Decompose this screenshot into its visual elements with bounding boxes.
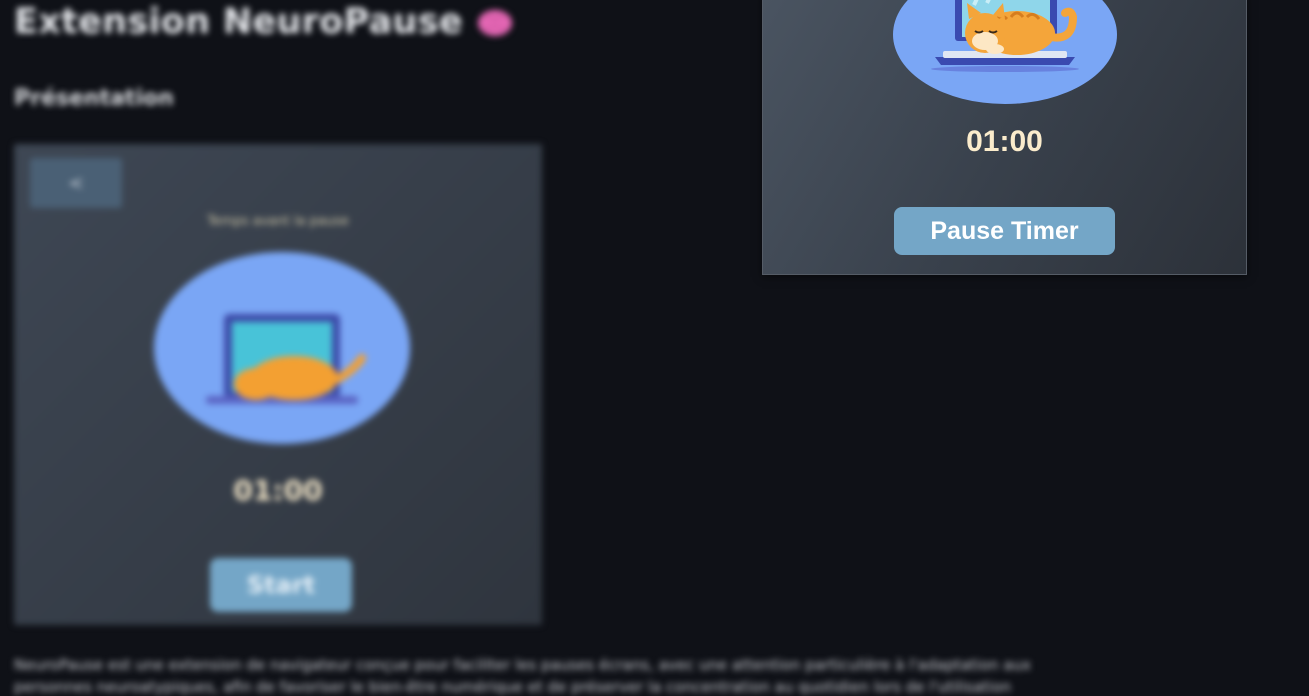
extension-popup: z z z 01:00 Pause Timer bbox=[762, 0, 1247, 275]
section-heading: Présentation bbox=[14, 86, 174, 111]
description-line-1: NeuroPause est une extension de navigate… bbox=[14, 656, 1032, 674]
demo-start-button[interactable]: Start bbox=[210, 558, 352, 612]
demo-caption: Temps avant la pause bbox=[207, 214, 349, 229]
popup-cat-illustration: z z z bbox=[893, 0, 1117, 104]
brain-icon bbox=[477, 7, 513, 37]
page-title-text: Extension NeuroPause bbox=[14, 2, 463, 42]
popup-timer: 01:00 bbox=[966, 125, 1043, 158]
description-line-2: personnes neuroatypiques, afin de favori… bbox=[14, 678, 1012, 696]
pause-timer-button[interactable]: Pause Timer bbox=[894, 207, 1115, 255]
demo-back-button[interactable]: < bbox=[30, 158, 122, 208]
page-title: Extension NeuroPause bbox=[14, 2, 513, 42]
demo-timer: 01:00 bbox=[233, 474, 323, 507]
demo-cat-illustration bbox=[154, 252, 410, 444]
sleeping-cat-laptop-icon: z z z bbox=[931, 0, 1079, 72]
extension-demo-panel: < Temps avant la pause 01:00 Start bbox=[14, 144, 542, 625]
sleeping-cat-laptop-icon bbox=[206, 314, 366, 404]
